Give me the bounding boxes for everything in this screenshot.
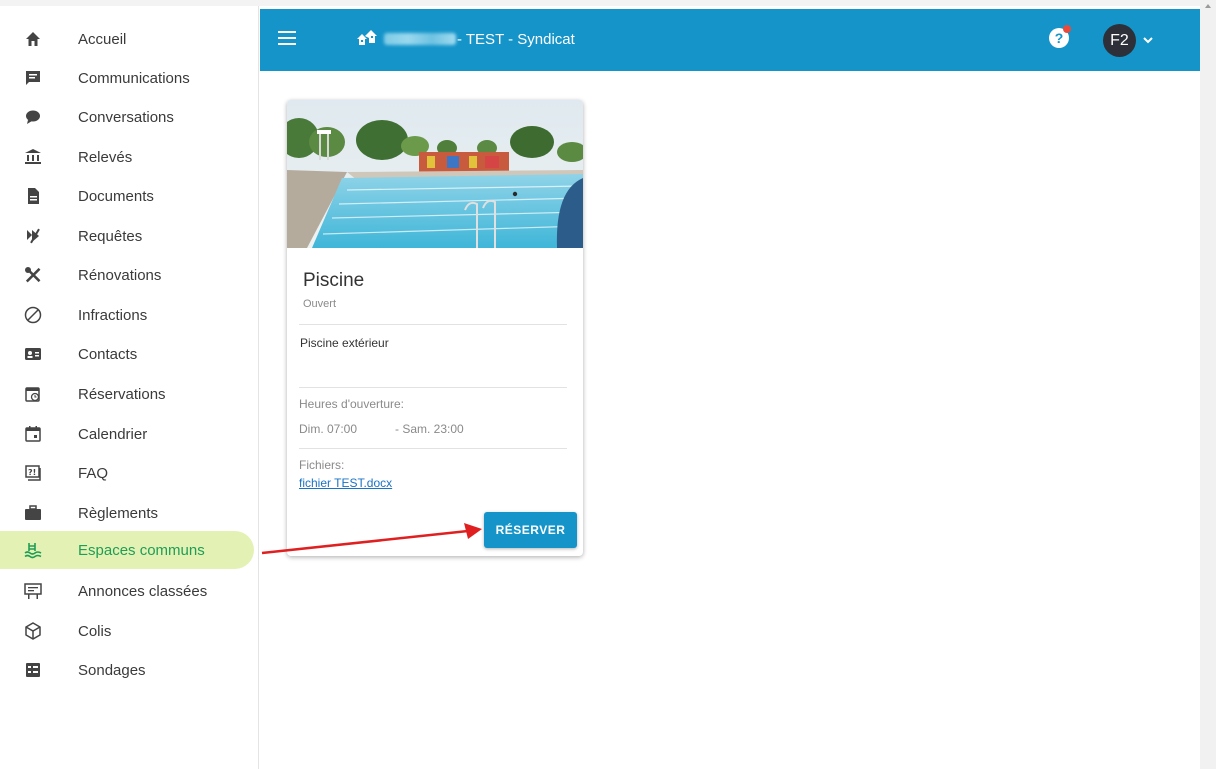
svg-text:?!: ?! bbox=[28, 468, 36, 477]
amenity-status: Ouvert bbox=[303, 298, 337, 310]
sidebar-item-label: Espaces communs bbox=[78, 541, 205, 559]
divider bbox=[299, 387, 567, 388]
briefcase-icon bbox=[24, 504, 42, 522]
menu-icon[interactable] bbox=[278, 31, 296, 45]
scroll-up-arrow-icon[interactable] bbox=[1205, 4, 1211, 8]
sidebar-item-label: Infractions bbox=[78, 306, 148, 324]
user-avatar[interactable]: F2 bbox=[1103, 24, 1136, 57]
opening-hours-end: - Sam. 23:00 bbox=[395, 422, 464, 436]
sidebar-item-label: Accueil bbox=[78, 30, 127, 48]
sidebar-item-annonces-classees[interactable]: Annonces classées bbox=[0, 572, 254, 610]
sidebar-item-label: Règlements bbox=[78, 504, 159, 522]
sidebar-item-label: Conversations bbox=[78, 108, 174, 126]
sidebar-item-contacts[interactable]: Contacts bbox=[0, 335, 254, 373]
header-title: - TEST - Syndicat bbox=[457, 31, 575, 48]
contact-card-icon bbox=[24, 345, 42, 363]
sidebar-item-label: Communications bbox=[78, 69, 190, 87]
request-icon bbox=[24, 227, 42, 245]
home-icon bbox=[24, 30, 42, 48]
sidebar-item-accueil[interactable]: Accueil bbox=[0, 20, 254, 58]
sidebar-item-label: Documents bbox=[78, 187, 154, 205]
chat-bubble-icon bbox=[24, 108, 42, 126]
sidebar-item-reservations[interactable]: Réservations bbox=[0, 375, 254, 413]
sidebar-item-label: Annonces classées bbox=[78, 582, 208, 600]
sidebar-item-label: Requêtes bbox=[78, 227, 143, 245]
pool-photo bbox=[287, 100, 583, 248]
sidebar: Accueil Communications Conversations Rel… bbox=[0, 6, 259, 769]
file-link[interactable]: fichier TEST.docx bbox=[299, 476, 392, 490]
document-icon bbox=[24, 187, 42, 205]
tools-icon bbox=[24, 266, 42, 284]
sidebar-item-faq[interactable]: ?! FAQ bbox=[0, 454, 254, 492]
divider bbox=[299, 324, 567, 325]
sidebar-item-sondages[interactable]: Sondages bbox=[0, 651, 254, 689]
faq-icon: ?! bbox=[24, 464, 42, 482]
sidebar-item-espaces-communs[interactable]: Espaces communs bbox=[0, 531, 254, 569]
sidebar-item-releves[interactable]: Relevés bbox=[0, 138, 254, 176]
sidebar-item-infractions[interactable]: Infractions bbox=[0, 296, 254, 334]
sidebar-item-reglements[interactable]: Règlements bbox=[0, 494, 254, 532]
app-window: Accueil Communications Conversations Rel… bbox=[0, 0, 1216, 769]
sidebar-item-label: Réservations bbox=[78, 385, 166, 403]
sidebar-item-label: FAQ bbox=[78, 464, 109, 482]
sidebar-item-communications[interactable]: Communications bbox=[0, 59, 254, 97]
sidebar-item-renovations[interactable]: Rénovations bbox=[0, 256, 254, 294]
top-app-bar: - TEST - Syndicat ? F2 bbox=[260, 9, 1200, 71]
sidebar-item-documents[interactable]: Documents bbox=[0, 177, 254, 215]
calendar-clock-icon bbox=[24, 385, 42, 403]
building-home-logo bbox=[357, 30, 377, 45]
amenity-card: Piscine Ouvert Piscine extérieur Heures … bbox=[287, 100, 583, 556]
redacted-org-name bbox=[384, 33, 456, 45]
package-icon bbox=[24, 622, 42, 640]
amenity-description: Piscine extérieur bbox=[300, 336, 389, 350]
amenity-title: Piscine bbox=[303, 270, 365, 291]
opening-hours-start: Dim. 07:00 bbox=[299, 422, 358, 436]
sidebar-item-label: Sondages bbox=[78, 661, 146, 679]
opening-hours-label: Heures d'ouverture: bbox=[299, 397, 405, 411]
bank-icon bbox=[24, 148, 42, 166]
chevron-down-icon[interactable] bbox=[1142, 35, 1154, 45]
divider bbox=[299, 448, 567, 449]
sidebar-item-label: Colis bbox=[78, 622, 112, 640]
sidebar-item-calendrier[interactable]: Calendrier bbox=[0, 415, 254, 453]
block-icon bbox=[24, 306, 42, 324]
notification-dot bbox=[1063, 25, 1071, 33]
calendar-icon bbox=[24, 425, 42, 443]
vertical-scrollbar[interactable] bbox=[1200, 0, 1216, 769]
sidebar-item-label: Contacts bbox=[78, 345, 138, 363]
sidebar-item-label: Calendrier bbox=[78, 425, 148, 443]
sidebar-item-label: Rénovations bbox=[78, 266, 162, 284]
sidebar-item-colis[interactable]: Colis bbox=[0, 612, 254, 650]
reserve-button[interactable]: RÉSERVER bbox=[484, 512, 577, 548]
sidebar-item-label: Relevés bbox=[78, 148, 133, 166]
sidebar-item-requetes[interactable]: Requêtes bbox=[0, 217, 254, 255]
pool-icon bbox=[24, 541, 42, 559]
poll-icon bbox=[24, 661, 42, 679]
sidebar-item-conversations[interactable]: Conversations bbox=[0, 98, 254, 136]
files-label: Fichiers: bbox=[299, 458, 345, 472]
billboard-icon bbox=[24, 582, 42, 600]
message-icon bbox=[24, 69, 42, 87]
